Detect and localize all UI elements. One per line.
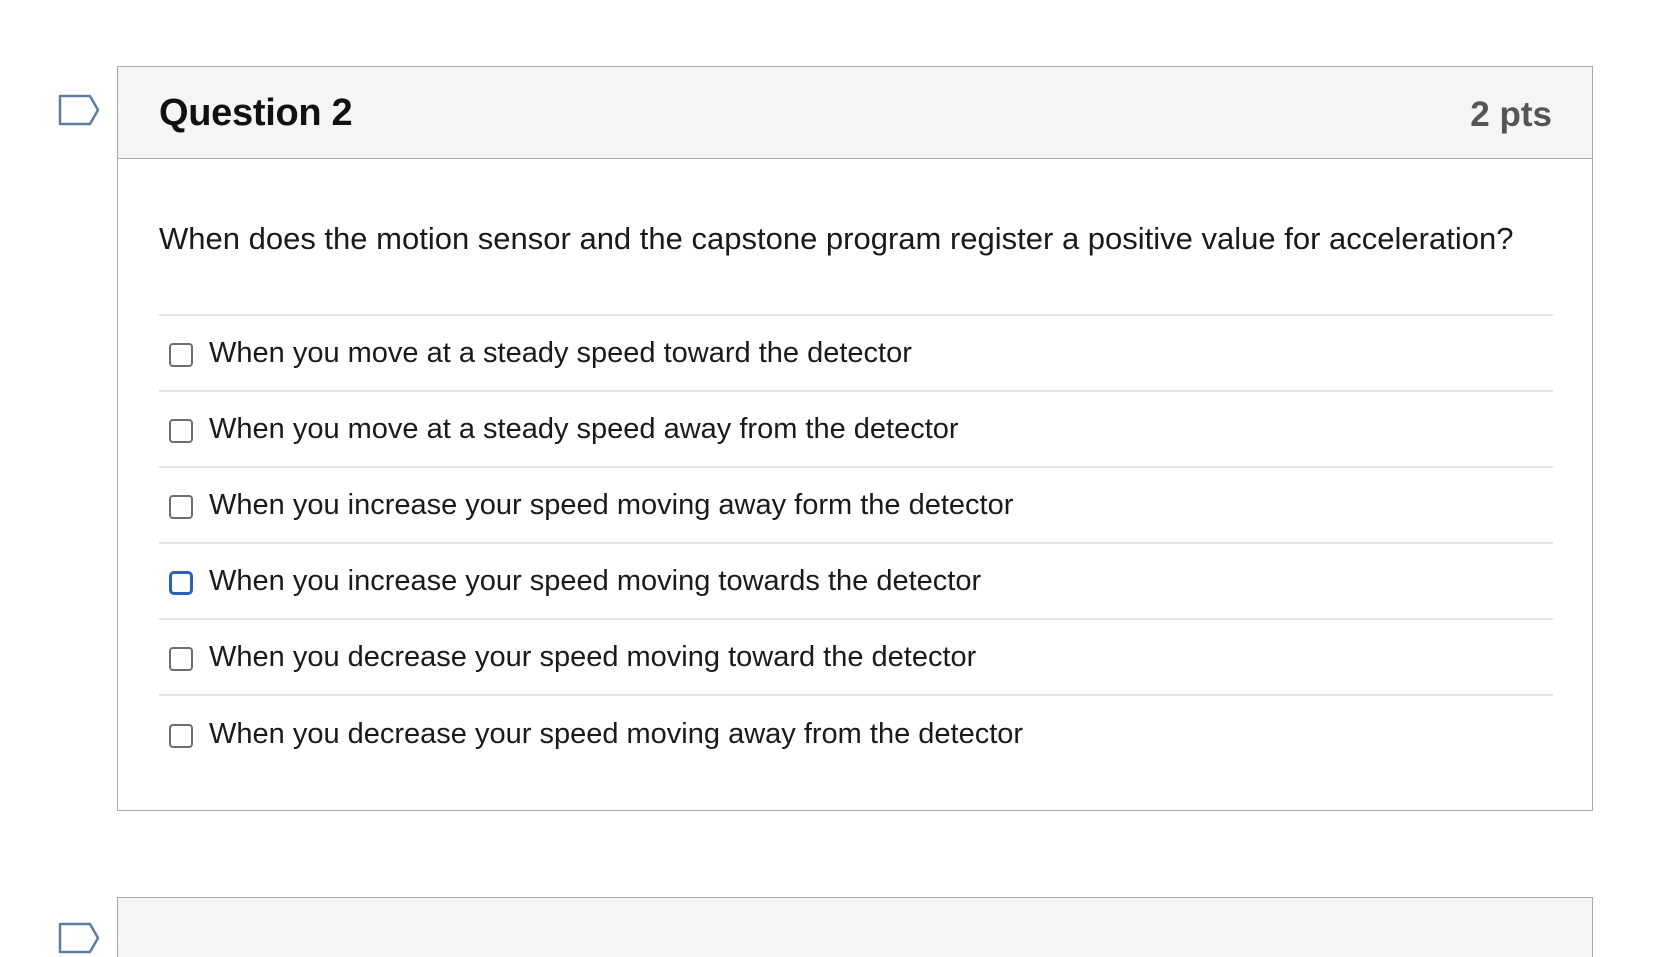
answer-label: When you decrease your speed moving towa… [209,640,977,673]
flag-question-icon[interactable] [58,922,100,954]
answer-option[interactable]: When you increase your speed moving away… [159,468,1553,544]
question-text: When does the motion sensor and the caps… [159,221,1514,256]
question-header: Question 2 2 pts [118,67,1592,159]
answer-checkbox[interactable] [169,647,193,671]
answer-checkbox[interactable] [169,495,193,519]
answer-checkbox[interactable] [169,343,193,367]
answer-label: When you increase your speed moving away… [209,488,1014,521]
next-question-card [117,897,1593,957]
question-points: 2 pts [1470,95,1552,134]
answer-label: When you decrease your speed moving away… [209,717,1024,750]
answer-label: When you increase your speed moving towa… [209,564,982,597]
answer-label: When you move at a steady speed away fro… [209,412,959,445]
answer-list: When you move at a steady speed toward t… [159,314,1553,772]
question-title: Question 2 [159,92,353,134]
answer-option[interactable]: When you move at a steady speed toward t… [159,316,1553,392]
answer-checkbox[interactable] [169,419,193,443]
question-card: Question 2 2 pts When does the motion se… [117,66,1593,811]
answer-option[interactable]: When you decrease your speed moving away… [159,696,1553,772]
answer-checkbox[interactable] [169,571,193,595]
flag-question-icon[interactable] [58,94,100,126]
answer-option[interactable]: When you decrease your speed moving towa… [159,620,1553,696]
answer-checkbox[interactable] [169,724,193,748]
answer-label: When you move at a steady speed toward t… [209,336,912,369]
answer-option[interactable]: When you increase your speed moving towa… [159,544,1553,620]
answer-option[interactable]: When you move at a steady speed away fro… [159,392,1553,468]
